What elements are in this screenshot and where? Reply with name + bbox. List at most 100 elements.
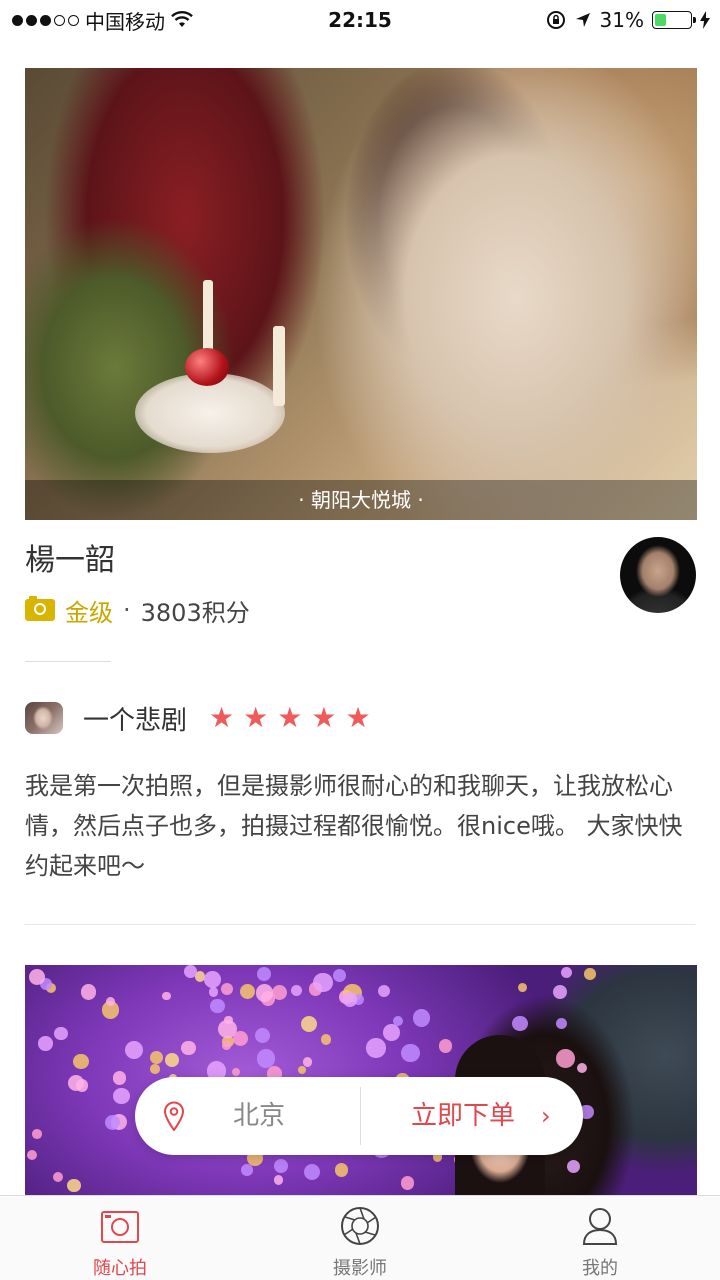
star-icon: ★ [209,701,235,734]
bokeh-light [576,1063,587,1074]
location-label: · 朝阳大悦城 · [25,480,697,520]
separator-dot: · [123,596,131,624]
charging-icon [700,11,710,29]
bokeh-light [413,1009,431,1027]
rotation-lock-icon [546,11,565,29]
bokeh-light [400,1176,414,1190]
bokeh-light [255,983,274,1002]
photographer-avatar[interactable] [620,537,696,613]
review-text: 我是第一次拍照，但是摄影师很耐心的和我聊天，让我放松心情，然后点子也多，拍摄过程… [25,772,683,880]
bokeh-light [393,1016,404,1027]
post-photo[interactable]: · 朝阳大悦城 · [25,68,697,520]
tab-photographers[interactable]: 摄影师 [300,1196,420,1280]
bokeh-light [241,1164,253,1176]
bokeh-light [32,1129,42,1139]
bokeh-light [273,1175,284,1185]
bokeh-light [366,1038,386,1058]
battery-percent: 31% [599,8,644,32]
battery-icon [652,11,696,29]
tab-me[interactable]: 我的 [540,1196,660,1280]
bokeh-light [560,966,572,978]
star-icon: ★ [277,701,303,734]
bokeh-light [342,992,358,1007]
bokeh-light [257,966,271,981]
bokeh-light [67,1179,81,1193]
star-icon: ★ [311,701,337,734]
points-count: 3803积分 [140,598,250,627]
tab-random-shoot[interactable]: 随心拍 [60,1196,180,1280]
user-icon [582,1208,618,1245]
location-pin-icon[interactable] [163,1101,185,1131]
divider [25,924,695,925]
bokeh-light [112,1071,127,1085]
bokeh-light [53,1171,64,1182]
bokeh-light [382,1023,400,1041]
bokeh-light [255,1027,271,1043]
bokeh-light [113,1088,130,1105]
gold-camera-icon [25,596,55,621]
bokeh-light [29,968,46,985]
order-now-button[interactable]: 立即下单 [411,1077,515,1155]
bokeh-light [54,1026,69,1041]
bokeh-light [222,1041,231,1050]
bokeh-light [273,1159,288,1174]
bokeh-light [162,991,171,1000]
bokeh-light [332,968,347,982]
bokeh-light [165,1053,180,1068]
tab-label: 随心拍 [93,1258,147,1279]
bokeh-light [334,1163,349,1177]
bokeh-light [566,1159,581,1174]
city-selector[interactable]: 北京 [233,1077,285,1155]
camera-icon [101,1211,139,1243]
bokeh-light [511,1015,528,1032]
bokeh-light [183,965,197,978]
divider [360,1087,361,1145]
reviewer-avatar[interactable] [25,702,63,734]
bokeh-light [204,971,221,989]
bokeh-light [438,1039,453,1053]
location-arrow-icon [575,13,590,27]
bokeh-light [401,1043,420,1063]
bokeh-light [150,1064,160,1074]
bokeh-light [105,997,115,1007]
bokeh-light [378,985,391,998]
aperture-icon [341,1207,379,1245]
bokeh-light [221,982,234,995]
bokeh-light [556,1017,568,1029]
tab-label: 摄影师 [333,1258,387,1279]
photographer-level-row: 金级 · 3803积分 [25,592,250,628]
bokeh-light [320,1034,331,1045]
bokeh-light [150,1050,163,1064]
order-bar: 北京 立即下单 › [135,1077,583,1155]
bokeh-light [555,1049,575,1068]
star-icon: ★ [345,701,371,734]
bokeh-light [210,998,225,1014]
bokeh-light [518,983,528,993]
tab-bar: 随心拍 摄影师 我的 [0,1195,720,1280]
reviewer-name: 一个悲剧 [83,705,188,736]
bokeh-light [256,1049,276,1068]
bokeh-light [297,1065,306,1074]
bokeh-light [73,1053,89,1070]
chevron-right-icon[interactable]: › [541,1077,551,1155]
bokeh-light [80,984,97,1000]
bokeh-light [584,968,596,980]
bokeh-light [304,1164,321,1181]
tab-label: 我的 [582,1258,618,1279]
rating-stars: ★ ★ ★ ★ ★ [209,704,371,732]
bokeh-light [313,972,333,993]
bokeh-light [240,984,256,1000]
bokeh-light [124,1040,143,1059]
photographer-name[interactable]: 楊一韶 [25,535,115,579]
bokeh-light [26,1150,37,1161]
bokeh-light [300,1015,318,1033]
status-bar: 中国移动 22:15 31% [0,0,720,40]
review-header: 一个悲剧 ★ ★ ★ ★ ★ [25,698,371,738]
level-badge: 金级 [65,598,113,627]
bokeh-light [231,1067,241,1077]
star-icon: ★ [243,701,269,734]
bokeh-light [302,1057,313,1067]
bokeh-light [75,1079,89,1092]
bokeh-light [290,985,302,997]
divider [25,661,111,662]
